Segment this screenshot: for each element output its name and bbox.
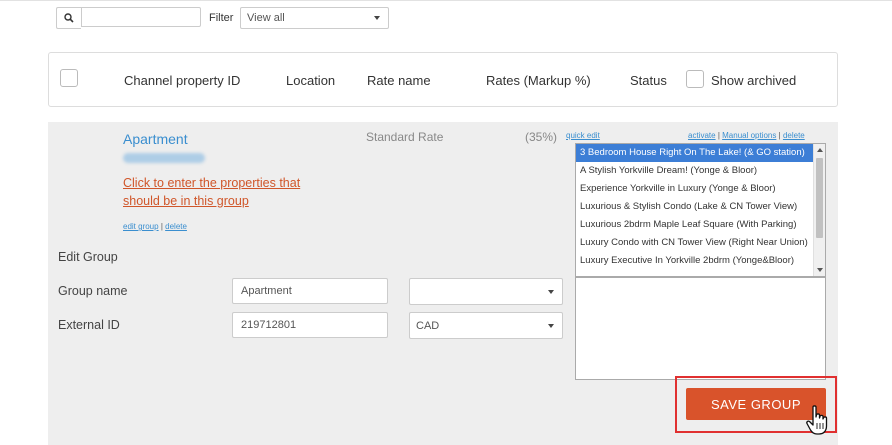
delete-row-link[interactable]: delete [783, 131, 805, 140]
rate-name: Standard Rate [366, 130, 444, 144]
properties-listbox[interactable]: 3 Bedroom House Right On The Lake! (& GO… [575, 143, 826, 277]
quick-edit-link[interactable]: quick edit [566, 131, 600, 140]
edit-group-link[interactable]: edit group [123, 222, 159, 231]
filter-select-value: View all [247, 12, 285, 24]
search-input[interactable] [81, 7, 201, 27]
top-divider [0, 0, 892, 1]
group-actions: edit group | delete [123, 222, 187, 231]
header-rates-markup: Rates (Markup %) [486, 73, 591, 88]
properties-textarea[interactable] [575, 277, 826, 380]
chevron-down-icon [548, 289, 554, 294]
manual-options-link[interactable]: Manual options [722, 131, 776, 140]
scroll-up-icon[interactable] [817, 148, 823, 152]
show-archived-checkbox[interactable] [686, 70, 704, 88]
scrollbar-thumb[interactable] [816, 158, 823, 238]
external-id-label: External ID [58, 318, 120, 332]
chevron-down-icon [374, 16, 380, 20]
header-status: Status [630, 73, 667, 88]
group-panel: Apartment Click to enter the properties … [48, 122, 838, 445]
currency-select-value: CAD [416, 319, 440, 332]
search-button[interactable] [56, 7, 81, 29]
header-location: Location [286, 73, 336, 88]
quick-edit-wrapper: quick edit [566, 131, 600, 140]
filter-label: Filter [209, 12, 234, 24]
link-separator: | [160, 222, 163, 231]
hand-pointer-icon [806, 405, 828, 435]
list-item[interactable]: Experience Yorkville in Luxury (Yonge & … [576, 180, 813, 198]
external-id-input[interactable] [232, 312, 388, 338]
header-rate-name: Rate name [367, 73, 431, 88]
link-separator: | [778, 131, 781, 140]
row-actions: activate | Manual options | delete [688, 131, 805, 140]
filter-select[interactable]: View all [240, 7, 389, 29]
link-separator: | [717, 131, 720, 140]
group-option-select[interactable] [409, 278, 563, 305]
list-item[interactable]: Luxury Condo with CN Tower View (Right N… [576, 234, 813, 252]
blurred-text [123, 153, 205, 163]
listbox-scrollbar[interactable] [813, 144, 825, 276]
group-name-label: Group name [58, 284, 128, 298]
currency-select[interactable]: CAD [409, 312, 563, 339]
search-icon [64, 13, 74, 23]
chevron-down-icon [548, 323, 554, 328]
rate-markup: (35%) [525, 130, 558, 144]
list-item[interactable]: 3 Bedroom House Right On The Lake! (& GO… [576, 144, 813, 162]
header-channel-property-id: Channel property ID [124, 73, 241, 88]
group-name-input[interactable] [232, 278, 388, 304]
select-all-checkbox[interactable] [60, 69, 78, 87]
list-item[interactable]: Luxurious & Stylish Condo (Lake & CN Tow… [576, 198, 813, 216]
activate-link[interactable]: activate [688, 131, 716, 140]
group-title[interactable]: Apartment [123, 131, 188, 147]
list-item[interactable]: Luxurious 2bdrm Maple Leaf Square (With … [576, 216, 813, 234]
enter-properties-link[interactable]: Click to enter the properties that shoul… [123, 174, 313, 210]
search-group [56, 7, 201, 29]
list-item[interactable]: Luxury Executive In Yorkville 2bdrm (Yon… [576, 252, 813, 270]
table-header: Channel property ID Location Rate name R… [48, 52, 838, 107]
delete-group-link[interactable]: delete [165, 222, 187, 231]
edit-group-title: Edit Group [58, 250, 118, 264]
show-archived-label: Show archived [711, 73, 797, 88]
scroll-down-icon[interactable] [817, 268, 823, 272]
list-item[interactable]: A Stylish Yorkville Dream! (Yonge & Bloo… [576, 162, 813, 180]
